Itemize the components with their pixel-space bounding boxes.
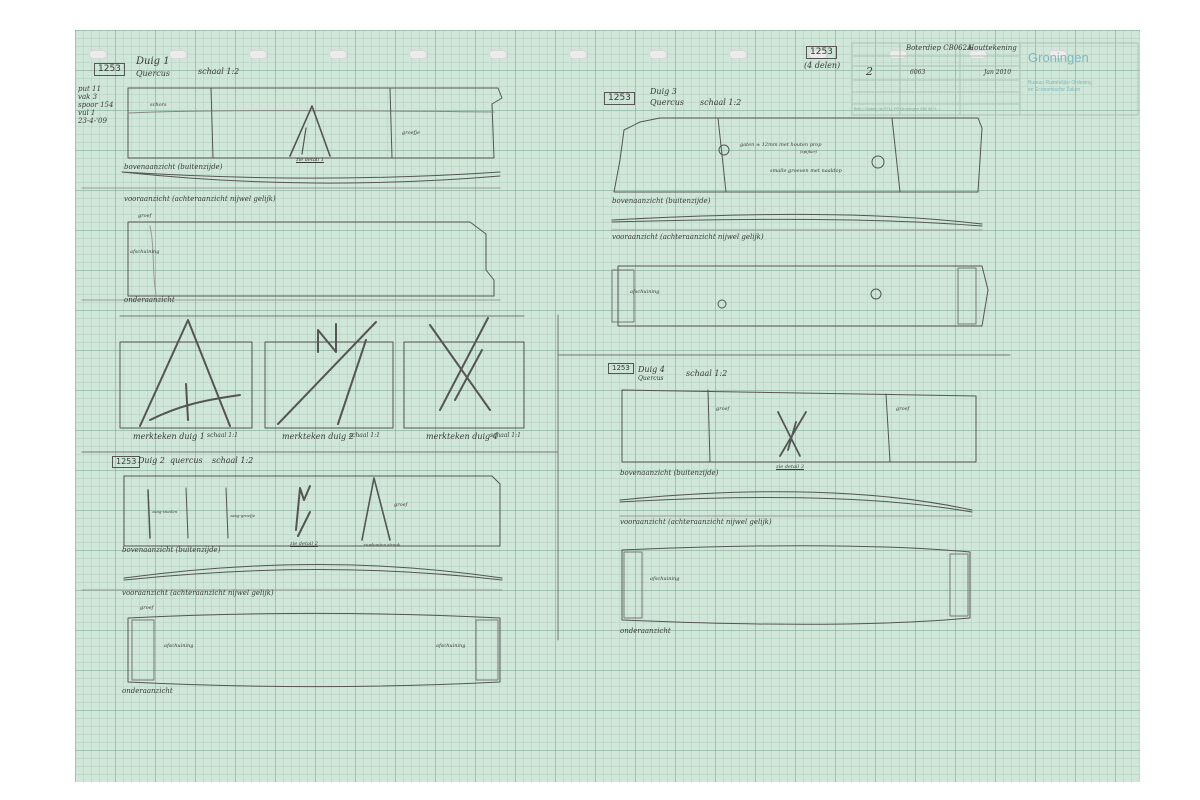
duig4-bottom-caption: onderaanzicht [620, 627, 671, 635]
duig3-note-gaten: gaten ± 12mm met houten prop [740, 142, 822, 148]
duig2-label-groefje: zaag-groefje [230, 513, 256, 518]
duig1-label-detail: zie detail 1 [296, 157, 324, 163]
duig2-label-detail: zie detail 2 [290, 541, 318, 547]
mark-3-scale: schaal 1:1 [490, 432, 521, 439]
duig3-ref-box: 1253 [604, 92, 635, 105]
duig4-label-groef2: groef [896, 406, 910, 412]
duig1-front-caption: vooraanzicht (achteraanzicht nijwel geli… [124, 195, 276, 203]
duig1-species: Quercus [136, 69, 171, 78]
duig1-top-view [127, 87, 503, 159]
duig4-title: Duig 4 [638, 365, 665, 374]
duig3-front-view [611, 213, 983, 227]
duig3-top-view [613, 117, 983, 193]
ref-number-box: 1253 [806, 46, 837, 59]
duig2-front-view [123, 564, 503, 581]
field-note: vul 1 [78, 109, 96, 117]
tb-project: Boterdiep CB062A [906, 44, 973, 52]
tb-code: 6063 [910, 69, 926, 76]
duig2-label-afschuining-left: afschuining [164, 643, 194, 649]
duig2-scale: schaal 1:2 [212, 456, 254, 465]
groningen-logo: Groningen [1028, 50, 1089, 65]
duig1-front-view [121, 171, 501, 184]
mark-panel-2 [264, 341, 394, 429]
field-note: spoor 154 [78, 101, 114, 109]
duig1-title: Duig 1 [136, 56, 170, 67]
duig3-title: Duig 3 [650, 87, 677, 96]
duig1-label-schors: schors [150, 102, 167, 108]
ref-count: (4 delen) [804, 61, 841, 70]
duig2-species: quercus [170, 456, 203, 465]
duig4-label-detail: zie detail 3 [776, 464, 804, 470]
duig2-title: Duig 2 [138, 456, 165, 465]
tb-footer: Brfo | Ondiep 4n 9711 FR Groningen 050 3… [854, 106, 942, 111]
mark-2-scale: schaal 1:1 [349, 432, 380, 439]
mark-3-label: merkteken duig 4 [426, 432, 498, 441]
duig1-label-afschuining: afschuining [130, 249, 160, 255]
duig2-bottom-view [127, 613, 501, 687]
duig2-label-groef2: groef [140, 605, 154, 611]
tb-date: Jan 2010 [984, 69, 1012, 76]
duig3-bottom-view [617, 265, 989, 327]
duig1-scale: schaal 1:2 [198, 67, 240, 76]
duig4-top-view [621, 389, 977, 463]
duig2-label-afschuining-right: afschuining [436, 643, 466, 649]
duig2-label-zaag: zaag-sneden [152, 509, 178, 514]
duig2-front-caption: vooraanzicht (achteraanzicht nijwel geli… [122, 589, 274, 597]
tb-subject: Houttekening [968, 44, 1017, 52]
duig1-bottom-view [127, 221, 495, 297]
duig2-ref-box: 1253 [112, 456, 141, 468]
duig1-label-groefje: groefje [402, 130, 420, 136]
duig4-species: Quercus [638, 375, 664, 382]
duig3-note-spijker: (spijker) [800, 149, 817, 154]
duig4-top-caption: bovenaanzicht (buitenzijde) [620, 469, 719, 477]
duig4-front-caption: vooraanzicht (achteraanzicht nijwel geli… [620, 518, 772, 526]
duig4-bottom-view [621, 545, 971, 625]
duig2-top-view [123, 475, 501, 547]
duig2-label-groef: groef [394, 502, 408, 508]
duig1-bottom-caption: onderaanzicht [124, 296, 175, 304]
duig4-scale: schaal 1:2 [686, 369, 728, 378]
duig3-species: Quercus [650, 98, 685, 107]
duig3-note-groeven: smalle groeven met naaldop [770, 168, 842, 174]
duig4-ref-box: 1253 [608, 363, 634, 374]
duig1-top-caption: bovenaanzicht (buitenzijde) [124, 163, 223, 171]
technical-drawing [81, 42, 1139, 687]
field-note: put 11 [78, 85, 101, 93]
duig4-label-groef: groef [716, 406, 730, 412]
duig1-ref-box: 1253 [94, 63, 125, 76]
duig3-scale: schaal 1:2 [700, 98, 742, 107]
tb-sheet-no: 2 [866, 65, 873, 78]
duig1-label-groef: groef [138, 213, 152, 219]
field-note: vak 3 [78, 93, 98, 101]
mark-1-scale: schaal 1:1 [207, 432, 238, 439]
duig3-top-caption: bovenaanzicht (buitenzijde) [612, 197, 711, 205]
duig2-label-ruw: ruwhouten strook [364, 542, 401, 547]
duig3-label-afschuining: afschuining [630, 289, 660, 295]
duig3-front-caption: vooraanzicht (achteraanzicht nijwel geli… [612, 233, 764, 241]
org-line-2: en Economische Zaken [1028, 87, 1081, 93]
field-note: 23-4-'09 [78, 117, 107, 125]
mark-1-label: merkteken duig 1 [133, 432, 205, 441]
duig4-front-view [619, 491, 973, 513]
mark-2-label: merkteken duig 2 [282, 432, 354, 441]
duig2-top-caption: bovenaanzicht (buitenzijde) [122, 546, 221, 554]
duig4-label-afschuining: afschuining [650, 576, 680, 582]
duig2-bottom-caption: onderaanzicht [122, 687, 173, 695]
org-line-1: Bureau Ruimtelijke Ordening [1028, 80, 1092, 86]
